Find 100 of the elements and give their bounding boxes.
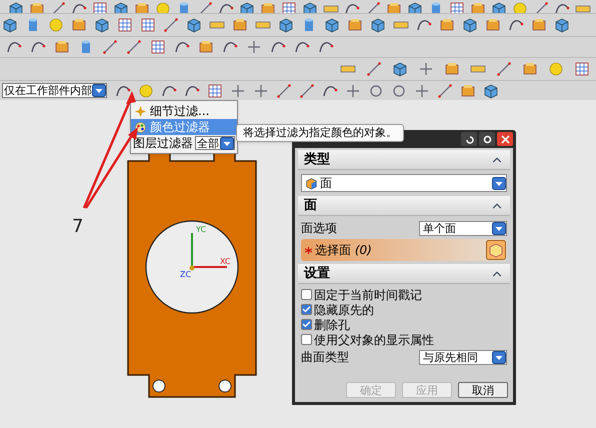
checkbox[interactable] (301, 304, 312, 315)
box-icon[interactable] (485, 17, 501, 33)
section-title: 类型 (304, 150, 330, 169)
sphere-icon[interactable] (138, 82, 154, 98)
grid-icon[interactable] (117, 17, 133, 33)
line-icon[interactable] (102, 39, 118, 55)
section-header[interactable]: 面 (298, 196, 510, 216)
checkbox[interactable] (301, 334, 312, 345)
line-icon[interactable] (437, 82, 453, 98)
axis-label: YC (196, 225, 206, 234)
grid-icon[interactable] (92, 1, 108, 13)
box-icon[interactable] (347, 17, 363, 33)
grid-icon[interactable] (140, 17, 156, 33)
box-icon[interactable] (134, 1, 150, 13)
cube-icon[interactable] (239, 1, 255, 13)
line-icon[interactable] (366, 61, 382, 77)
cube-icon[interactable] (392, 61, 408, 77)
cube-icon[interactable] (2, 17, 18, 33)
cube-icon[interactable] (278, 17, 294, 33)
cube-icon[interactable] (554, 17, 570, 33)
close-button[interactable] (497, 132, 513, 146)
surface-type-dropdown[interactable]: 与原先相同 (419, 350, 507, 364)
close-icon (500, 134, 510, 144)
curve-icon[interactable] (71, 1, 87, 13)
box-icon[interactable] (71, 17, 87, 33)
cross-icon[interactable] (345, 82, 361, 98)
section-header[interactable]: 类型 (298, 150, 510, 170)
menu-item[interactable]: 细节过滤... (131, 103, 237, 119)
grid-icon[interactable] (449, 1, 465, 13)
cross-icon[interactable] (253, 82, 269, 98)
box-icon[interactable] (29, 1, 45, 13)
line-icon[interactable] (163, 17, 179, 33)
settings-button[interactable] (479, 132, 495, 146)
checkbox[interactable] (301, 319, 312, 330)
cross-icon[interactable] (230, 82, 246, 98)
curve-icon[interactable] (30, 39, 46, 55)
cube-icon (305, 176, 318, 190)
cube-icon[interactable] (94, 17, 110, 33)
cross-icon[interactable] (418, 61, 434, 77)
cube-icon[interactable] (113, 1, 129, 13)
cube-icon[interactable] (324, 17, 340, 33)
curve-icon[interactable] (174, 39, 190, 55)
grid-icon[interactable] (207, 82, 223, 98)
box-icon[interactable] (444, 61, 460, 77)
face-option-dropdown[interactable]: 单个面 (419, 220, 507, 236)
grid-icon[interactable] (574, 61, 590, 77)
cross-icon[interactable] (246, 39, 262, 55)
box-icon[interactable] (460, 82, 476, 98)
type-dropdown[interactable]: 面 (301, 174, 507, 192)
checkbox[interactable] (301, 289, 312, 300)
cube-icon[interactable] (407, 1, 423, 13)
circle-icon[interactable] (368, 82, 384, 98)
curve-icon[interactable] (6, 39, 22, 55)
cube-icon[interactable] (491, 1, 507, 13)
scope-dropdown[interactable]: 仅在工作部件内部 (2, 83, 107, 98)
section-header[interactable]: 设置 (298, 264, 510, 284)
field-label: 曲面类型 (301, 349, 349, 366)
circle-icon[interactable] (391, 82, 407, 98)
cube-icon[interactable] (186, 17, 202, 33)
box-icon[interactable] (531, 17, 547, 33)
select-face-row[interactable]: 选择面 (0) (301, 239, 507, 261)
cube-icon[interactable] (370, 17, 386, 33)
curve-icon[interactable] (318, 39, 334, 55)
curve-icon[interactable] (344, 1, 360, 13)
cube-icon[interactable] (483, 82, 499, 98)
box-icon[interactable] (232, 17, 248, 33)
curve-icon[interactable] (218, 1, 234, 13)
box-icon[interactable] (54, 39, 70, 55)
box-icon[interactable] (386, 1, 402, 13)
box-icon[interactable] (470, 1, 486, 13)
box-icon[interactable] (522, 61, 538, 77)
dialog-button[interactable]: 取消 (458, 382, 508, 398)
line-icon[interactable] (126, 39, 142, 55)
reset-button[interactable] (461, 132, 477, 146)
grid-icon[interactable] (150, 39, 166, 55)
layer-dropdown[interactable]: 全部 (195, 136, 235, 150)
line-icon[interactable] (496, 61, 512, 77)
box-icon[interactable] (439, 17, 455, 33)
line-icon[interactable] (299, 82, 315, 98)
cube-icon[interactable] (8, 1, 24, 13)
sphere-icon[interactable] (48, 17, 64, 33)
box-icon[interactable] (198, 39, 214, 55)
required-star-icon (305, 246, 312, 254)
curve-icon[interactable] (270, 39, 286, 55)
curve-icon[interactable] (222, 39, 238, 55)
cross-icon[interactable] (414, 82, 430, 98)
curve-icon[interactable] (294, 39, 310, 55)
curve-icon[interactable] (554, 1, 570, 13)
cube-icon[interactable] (462, 17, 478, 33)
section-title: 设置 (304, 264, 330, 283)
curve-icon[interactable] (416, 17, 432, 33)
cube-icon[interactable] (302, 1, 318, 13)
field-label: 面选项 (301, 220, 337, 237)
box-icon[interactable] (260, 1, 276, 13)
sphere-icon[interactable] (548, 61, 564, 77)
grid-icon[interactable] (281, 1, 297, 13)
checkbox-label: 隐藏原先的 (314, 302, 374, 318)
line-icon[interactable] (276, 82, 292, 98)
curve-icon[interactable] (508, 17, 524, 33)
settings-icon (482, 134, 492, 144)
